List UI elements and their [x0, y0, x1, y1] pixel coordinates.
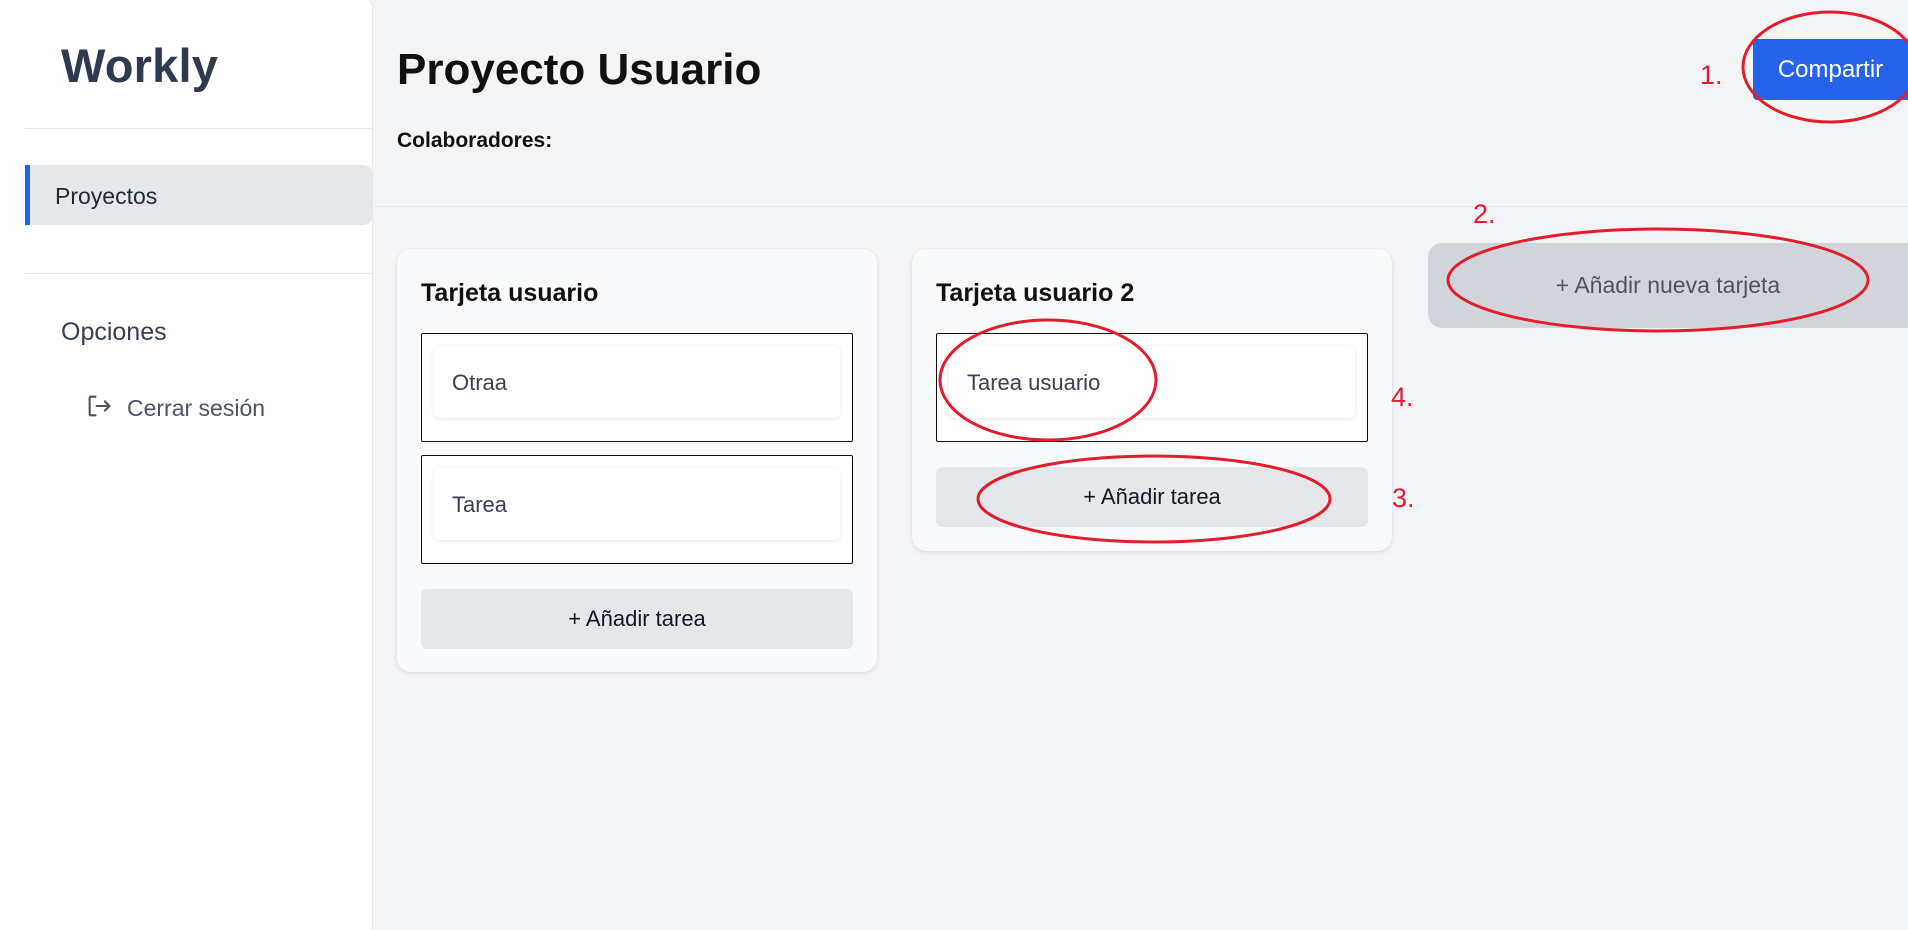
task-card[interactable]: Tarea usuario [949, 346, 1355, 418]
annotation-label: 3. [1392, 483, 1415, 513]
board-column: Tarjeta usuario Otraa Tarea + Añadir tar… [397, 249, 877, 672]
sidebar-divider [25, 273, 372, 274]
board-column: Tarjeta usuario 2 Tarea usuario + Añadir… [912, 249, 1392, 551]
annotation-label: 1. [1700, 60, 1723, 90]
task-label: Otraa [452, 370, 508, 395]
options-section-title: Opciones [61, 318, 167, 346]
annotation-label: 2. [1473, 199, 1496, 229]
add-card-button[interactable]: + Añadir nueva tarjeta [1428, 243, 1908, 328]
task-container: Otraa [421, 333, 853, 442]
collaborators-label: Colaboradores: [397, 129, 553, 152]
app-logo: Workly [61, 39, 219, 92]
sidebar: Workly Proyectos Opciones Cerrar sesión [0, 0, 373, 930]
logout-button[interactable]: Cerrar sesión [85, 391, 265, 425]
task-label: Tarea usuario [967, 370, 1101, 395]
sidebar-item-label: Proyectos [55, 183, 158, 209]
task-container: Tarea [421, 455, 853, 564]
annotation-label: 4. [1391, 382, 1414, 412]
share-button[interactable]: Compartir [1753, 39, 1908, 100]
page-title: Proyecto Usuario [397, 45, 762, 94]
sidebar-divider [25, 128, 372, 129]
task-label: Tarea [452, 492, 508, 517]
task-container: Tarea usuario [936, 333, 1368, 442]
column-title: Tarjeta usuario 2 [936, 279, 1135, 307]
sidebar-item-proyectos[interactable]: Proyectos [25, 165, 373, 225]
add-task-button[interactable]: + Añadir tarea [936, 467, 1368, 527]
add-task-button[interactable]: + Añadir tarea [421, 589, 853, 649]
task-card[interactable]: Tarea [434, 468, 840, 540]
task-card[interactable]: Otraa [434, 346, 840, 418]
logout-label: Cerrar sesión [127, 394, 266, 421]
logout-icon [85, 392, 113, 425]
column-title: Tarjeta usuario [421, 279, 599, 307]
header-divider [374, 206, 1908, 207]
